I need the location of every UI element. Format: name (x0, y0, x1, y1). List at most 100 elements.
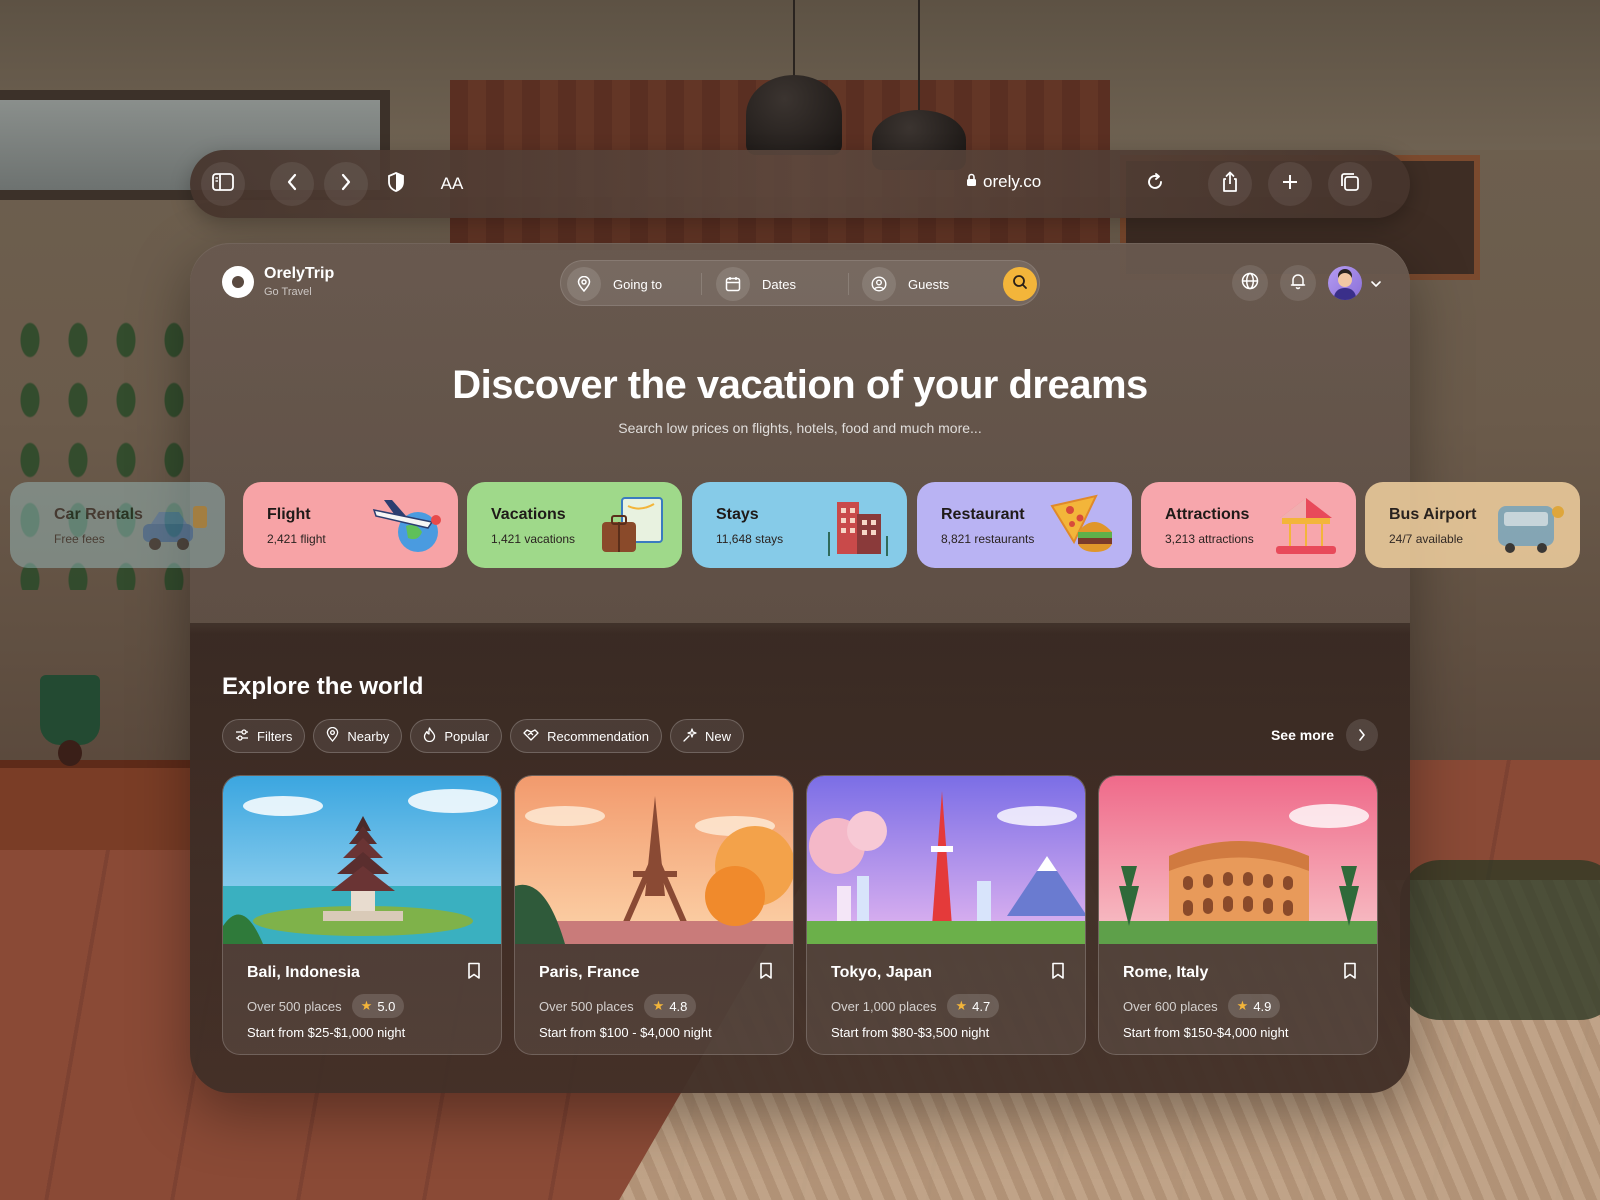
share-button[interactable] (1208, 162, 1252, 206)
going-to-field[interactable]: Going to (567, 267, 662, 301)
bookmark-icon[interactable] (467, 962, 481, 985)
lamp-cord (918, 0, 920, 115)
rating-value: 4.7 (972, 998, 991, 1014)
chair (1400, 860, 1600, 1020)
airplane-globe-icon (372, 500, 441, 552)
hotel-building-icon (828, 502, 888, 556)
chip-label: New (705, 728, 732, 744)
suitcase-map-icon (602, 497, 663, 552)
language-button[interactable] (1232, 265, 1268, 301)
reload-button[interactable] (1133, 162, 1177, 206)
guests-field[interactable]: Guests (862, 267, 949, 301)
places-count: Over 500 places (539, 998, 634, 1014)
category-card-bus-airport[interactable]: Bus Airport 24/7 available (1365, 482, 1580, 568)
avatar[interactable] (1328, 266, 1362, 300)
filter-chip-nearby[interactable]: Nearby (313, 719, 403, 753)
table-lamp (40, 675, 100, 745)
chevron-right-icon (340, 173, 352, 196)
destination-card-tokyo[interactable]: Tokyo, Japan Over 1,000 places ★ 4.7 Star… (806, 775, 1086, 1055)
tabs-icon (1340, 172, 1360, 197)
lock-icon (966, 172, 977, 192)
filter-chip-popular[interactable]: Popular (410, 719, 503, 753)
bookmark-icon[interactable] (1051, 962, 1065, 985)
destination-places: Over 600 places ★ 4.9 (1123, 994, 1281, 1018)
chip-label: Popular (444, 728, 490, 744)
filter-chip-filters[interactable]: Filters (222, 719, 306, 753)
destination-card-bali[interactable]: Bali, Indonesia Over 500 places ★ 5.0 Sta… (222, 775, 502, 1055)
fire-icon (423, 727, 436, 745)
destination-card-rome[interactable]: Rome, Italy Over 600 places ★ 4.9 Start f… (1098, 775, 1378, 1055)
rome-colosseum-image (1099, 776, 1377, 944)
star-icon: ★ (955, 998, 968, 1013)
globe-icon (1241, 272, 1259, 295)
lamp-cord (793, 0, 795, 80)
destination-card-paris[interactable]: Paris, France Over 500 places ★ 4.8 Start… (514, 775, 794, 1055)
sidebar-toggle-button[interactable] (201, 162, 245, 206)
user-icon (862, 267, 896, 301)
text-size-button[interactable]: AA (430, 162, 474, 206)
destination-price: Start from $25-$1,000 night (247, 1025, 406, 1040)
destination-price: Start from $100 - $4,000 night (539, 1025, 712, 1040)
forward-button[interactable] (324, 162, 368, 206)
brand[interactable]: OrelyTrip Go Travel (222, 265, 334, 298)
chevron-left-icon (286, 173, 298, 196)
destination-name: Paris, France (539, 964, 640, 981)
filter-chip-recommendation[interactable]: Recommendation (510, 719, 663, 753)
destination-price: Start from $80-$3,500 night (831, 1025, 990, 1040)
rating-badge: ★ 5.0 (351, 994, 405, 1018)
side-cabinet (0, 760, 190, 850)
see-more-label: See more (1270, 727, 1334, 743)
bookmark-icon[interactable] (759, 962, 773, 985)
category-card-attractions[interactable]: Attractions 3,213 attractions (1141, 482, 1356, 568)
car-icon (143, 506, 207, 550)
bali-temple-image (223, 776, 501, 944)
category-card-vacations[interactable]: Vacations 1,421 vacations (467, 482, 682, 568)
category-card-restaurant[interactable]: Restaurant 8,821 restaurants (917, 482, 1132, 568)
rating-value: 5.0 (377, 998, 396, 1014)
back-button[interactable] (270, 162, 314, 206)
brand-name: OrelyTrip (264, 265, 335, 282)
sparkle-icon (683, 727, 697, 745)
plus-icon (1281, 173, 1299, 196)
destination-places: Over 500 places ★ 4.8 (539, 994, 697, 1018)
reload-icon (1145, 172, 1165, 197)
tabs-overview-button[interactable] (1328, 162, 1372, 206)
location-pin-icon (567, 267, 601, 301)
app-window: OrelyTrip Go Travel Going to Dates Guest… (190, 243, 1410, 1093)
destination-places: Over 500 places ★ 5.0 (247, 994, 405, 1018)
dates-field[interactable]: Dates (716, 267, 796, 301)
rating-badge: ★ 4.9 (1227, 994, 1281, 1018)
tokyo-tower-image (807, 776, 1085, 944)
share-icon (1221, 171, 1239, 198)
pizza-burger-icon (1050, 494, 1112, 552)
guests-label: Guests (908, 276, 950, 292)
bookmark-icon[interactable] (1343, 962, 1357, 985)
privacy-shield-button[interactable] (374, 162, 418, 206)
new-tab-button[interactable] (1268, 162, 1312, 206)
destination-places: Over 1,000 places ★ 4.7 (831, 994, 1000, 1018)
see-more-link[interactable]: See more (1271, 719, 1378, 751)
hero-title: Discover the vacation of your dreams (452, 363, 1148, 407)
address-bar[interactable]: orely.co (966, 172, 1041, 192)
category-card-flight[interactable]: Flight 2,421 flight (243, 482, 458, 568)
sidebar-icon (212, 172, 234, 196)
destination-name: Rome, Italy (1123, 964, 1209, 981)
notifications-button[interactable] (1280, 265, 1316, 301)
chip-label: Nearby (347, 728, 390, 744)
sliders-icon (235, 728, 249, 745)
category-card-stays[interactable]: Stays 11,648 stays (692, 482, 907, 568)
pendant-lamp (746, 75, 842, 155)
chevron-right-icon[interactable] (1346, 719, 1378, 751)
calendar-icon (716, 267, 750, 301)
places-count: Over 500 places (247, 998, 342, 1014)
search-button[interactable] (1003, 267, 1037, 301)
bus-icon (1498, 506, 1564, 553)
filter-chip-new[interactable]: New (670, 719, 745, 753)
location-pin-icon (326, 726, 339, 745)
search-icon (1012, 274, 1028, 295)
chevron-down-icon[interactable] (1370, 276, 1382, 294)
category-card-car-rentals[interactable]: Car Rentals Free fees (10, 482, 225, 568)
search-divider (848, 273, 849, 295)
brand-logo-icon (222, 265, 254, 298)
hero-subtitle: Search low prices on flights, hotels, fo… (618, 420, 982, 436)
